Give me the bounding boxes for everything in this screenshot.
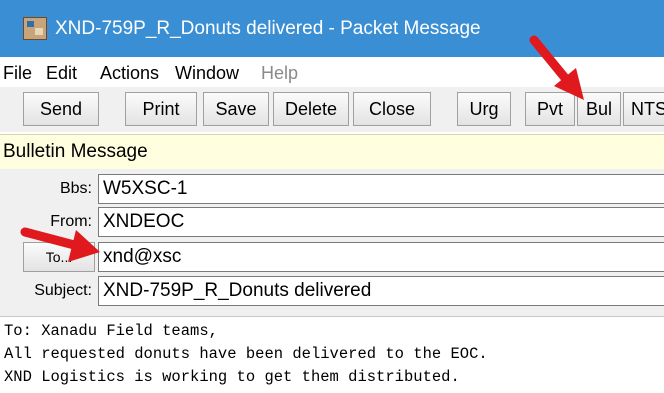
bbs-field[interactable]: W5XSC-1 bbox=[98, 174, 664, 204]
message-body[interactable]: To: Xanadu Field teams, All requested do… bbox=[0, 317, 664, 393]
message-line: To: Xanadu Field teams, bbox=[4, 322, 218, 340]
bulletin-toggle[interactable]: Bul bbox=[577, 92, 621, 126]
message-line: XND Logistics is working to get them dis… bbox=[4, 368, 460, 386]
menu-help[interactable]: Help bbox=[261, 62, 298, 84]
message-type-label: Bulletin Message bbox=[3, 141, 148, 162]
delete-button[interactable]: Delete bbox=[273, 92, 349, 126]
menu-edit[interactable]: Edit bbox=[46, 62, 77, 84]
menu-window[interactable]: Window bbox=[175, 62, 239, 84]
title-bar: XND-759P_R_Donuts delivered - Packet Mes… bbox=[0, 0, 664, 57]
from-label: From: bbox=[50, 213, 92, 230]
app-icon bbox=[23, 17, 47, 40]
close-button[interactable]: Close bbox=[353, 92, 431, 126]
urgent-toggle[interactable]: Urg bbox=[457, 92, 511, 126]
splitter[interactable] bbox=[0, 309, 664, 317]
nts-toggle[interactable]: NTS bbox=[623, 92, 664, 126]
message-type-banner: Bulletin Message bbox=[0, 134, 664, 170]
to-field[interactable]: xnd@xsc bbox=[98, 242, 664, 272]
menu-bar: File Edit Actions Window Help bbox=[0, 57, 664, 87]
menu-actions[interactable]: Actions bbox=[100, 62, 159, 84]
send-button[interactable]: Send bbox=[23, 92, 99, 126]
bbs-label: Bbs: bbox=[59, 180, 92, 197]
subject-field[interactable]: XND-759P_R_Donuts delivered bbox=[98, 276, 664, 306]
message-line: All requested donuts have been delivered… bbox=[4, 345, 488, 363]
to-button[interactable]: To... bbox=[23, 242, 95, 272]
toolbar: Send Print Save Delete Close Urg Pvt Bul… bbox=[0, 87, 664, 132]
print-button[interactable]: Print bbox=[125, 92, 197, 126]
save-button[interactable]: Save bbox=[203, 92, 269, 126]
menu-file[interactable]: File bbox=[3, 62, 32, 84]
from-field[interactable]: XNDEOC bbox=[98, 207, 664, 237]
private-toggle[interactable]: Pvt bbox=[525, 92, 575, 126]
window-title: XND-759P_R_Donuts delivered - Packet Mes… bbox=[55, 18, 481, 39]
subject-label: Subject: bbox=[34, 282, 92, 299]
